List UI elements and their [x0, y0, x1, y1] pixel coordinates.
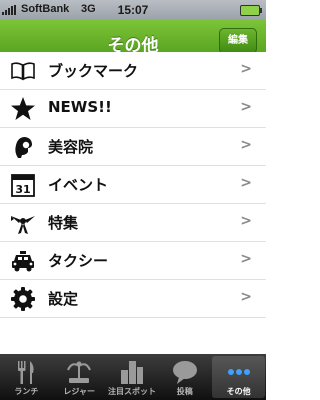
tab-lunch[interactable]: ランチ: [0, 354, 53, 400]
edit-button[interactable]: 編集: [219, 28, 257, 54]
menu-item-label: 特集: [48, 214, 79, 232]
tab-post[interactable]: 投稿: [158, 354, 211, 400]
menu-item-event[interactable]: 31 イベント >: [0, 166, 266, 204]
menu-item-label: ブックマーク: [48, 62, 139, 80]
menu-item-label: 設定: [48, 290, 79, 308]
speech-bubble-icon: [172, 361, 197, 384]
menu-item-news[interactable]: NEWS!! >: [0, 90, 266, 128]
taxi-icon: [12, 251, 34, 272]
book-icon: [11, 62, 35, 81]
menu-list: ブックマーク > NEWS!! > 美容院 > 31 イベント > 特集 > タ…: [0, 52, 266, 318]
menu-item-feature[interactable]: 特集 >: [0, 204, 266, 242]
chevron-right-icon: >: [240, 61, 252, 77]
menu-item-label: タクシー: [48, 252, 109, 270]
menu-item-bookmark[interactable]: ブックマーク >: [0, 52, 266, 90]
gear-icon: [11, 287, 35, 311]
chevron-right-icon: >: [240, 213, 252, 229]
tab-more[interactable]: その他: [212, 356, 265, 398]
fork-knife-icon: [18, 361, 34, 384]
chevron-right-icon: >: [240, 289, 252, 305]
tab-label: レジャー: [63, 387, 95, 396]
fountain-icon: [67, 361, 92, 383]
menu-item-settings[interactable]: 設定 >: [0, 280, 266, 318]
clock: 15:07: [117, 3, 149, 17]
svg-text:31: 31: [15, 183, 30, 196]
chevron-right-icon: >: [240, 175, 252, 191]
menu-item-label: イベント: [48, 176, 109, 194]
tab-label: 投稿: [176, 387, 193, 396]
chevron-right-icon: >: [240, 251, 252, 267]
tab-label: その他: [226, 387, 251, 396]
menu-item-taxi[interactable]: タクシー >: [0, 242, 266, 280]
menu-item-label: 美容院: [48, 138, 94, 156]
tab-leisure[interactable]: レジャー: [53, 354, 106, 400]
ribbon-icon: [11, 216, 35, 234]
buildings-icon: [120, 361, 143, 384]
status-bar: SoftBank 3G 15:07: [0, 0, 266, 20]
hair-salon-icon: [15, 137, 33, 158]
tab-label: 注目スポット: [107, 387, 156, 396]
star-icon: [11, 97, 35, 120]
tab-spots[interactable]: 注目スポット: [106, 354, 159, 400]
chevron-right-icon: >: [240, 99, 252, 115]
menu-item-label: NEWS!!: [48, 98, 112, 116]
calendar-icon: 31: [11, 174, 35, 197]
battery-icon: [240, 5, 262, 16]
chevron-right-icon: >: [240, 137, 252, 153]
tab-label: ランチ: [14, 387, 39, 396]
more-dots-icon: [227, 369, 250, 375]
tab-bar: ランチ レジャー 注目スポット 投稿 その他: [0, 354, 266, 400]
menu-item-hair-salon[interactable]: 美容院 >: [0, 128, 266, 166]
